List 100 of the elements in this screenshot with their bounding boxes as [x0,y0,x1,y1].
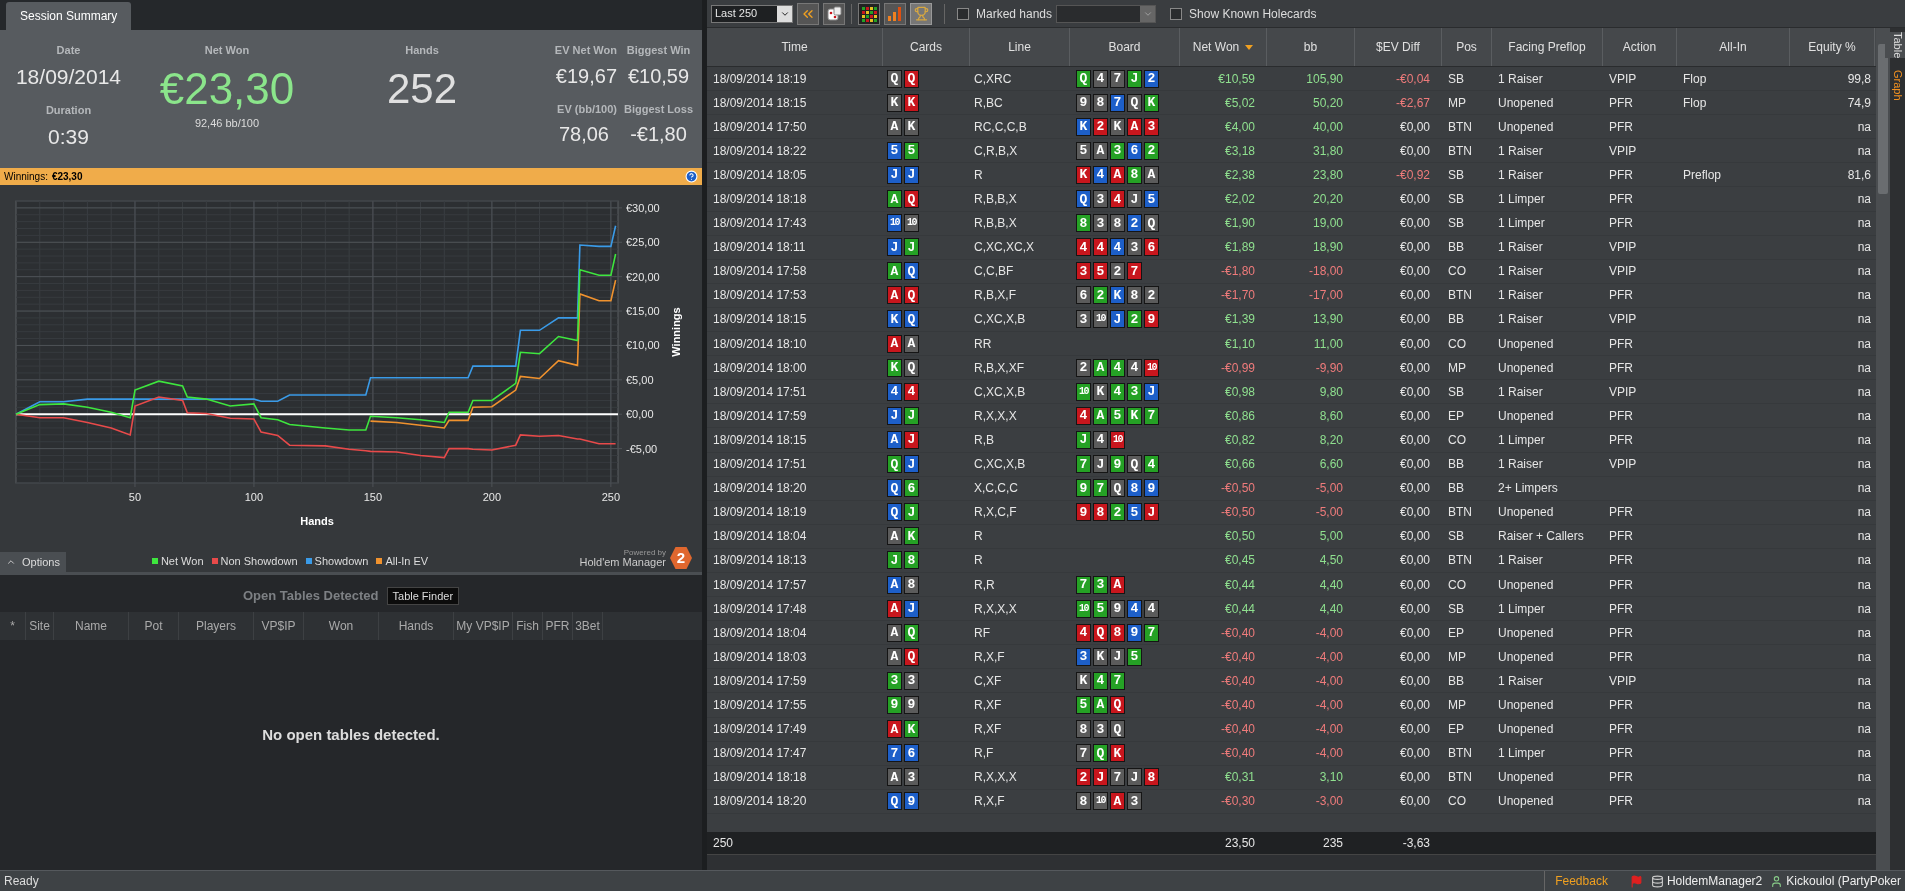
table-row[interactable]: 18/09/2014 17:51 Q J C,XC,X,B 7 J 9 Q 4 €0,66 6,60 €0,00 BB 1 Raiser VPIP na [707,452,1876,477]
table-row[interactable]: 18/09/2014 18:11 J J C,XC,XC,X 4 4 4 3 6 €1,89 18,90 €0,00 BB 1 Raiser VPIP na [707,235,1876,260]
table-cell-text: 18/09/2014 18:19 [712,504,808,522]
column-header[interactable]: $EV Diff [1355,28,1442,66]
table-row[interactable]: 18/09/2014 17:59 3 3 C,XF K 4 7 -€0,40 -4,00 €0,00 BB 1 Raiser VPIP na [707,669,1876,694]
table-cell-text: R [973,552,984,570]
column-header[interactable]: Players [179,612,254,640]
table-row[interactable]: 18/09/2014 18:03 A Q R,X,F 3 K J 5 -€0,40 -4,00 €0,00 MP Unopened PFR na [707,645,1876,670]
column-header[interactable]: * [0,612,26,640]
rewind-button[interactable] [797,2,819,25]
column-header[interactable]: Name [54,612,129,640]
column-header[interactable]: Line [970,28,1070,66]
table-row[interactable]: 18/09/2014 18:04 A Q RF 4 Q 8 9 7 -€0,40 -4,00 €0,00 EP Unopened PFR na [707,621,1876,646]
table-row[interactable]: 18/09/2014 17:59 J J R,X,X,X 4 A 5 K 7 €0,86 8,60 €0,00 EP Unopened PFR na [707,404,1876,429]
table-cell: Flop [1683,95,1707,110]
stat-value: 18/09/2014 [15,63,122,90]
column-header[interactable]: Won [304,612,379,640]
table-row[interactable]: 18/09/2014 17:55 9 9 R,XF 5 A Q -€0,40 -4,00 €0,00 MP Unopened PFR na [707,693,1876,718]
table-cell-text: C,XC,XC,X [973,239,1035,257]
table-cell: PFR [1609,119,1633,134]
playing-card: 10 [1093,792,1108,811]
column-header[interactable]: Net Won [1180,28,1267,66]
column-header[interactable]: Action [1603,28,1677,66]
table-cell-text: BTN [1447,142,1473,160]
column-header[interactable]: Cards [883,28,970,66]
checkbox[interactable] [957,7,969,20]
chart-button[interactable] [884,2,906,25]
dice-button[interactable] [823,2,845,25]
playing-card: A [1110,575,1125,594]
table-row[interactable]: 18/09/2014 18:18 A 3 R,X,X,X 2 J 7 J 8 €0,31 3,10 €0,00 BTN Unopened PFR na [707,765,1876,790]
playing-card: 2 [1110,503,1125,522]
column-header[interactable]: Hands [379,612,454,640]
help-icon[interactable] [685,170,698,183]
table-row[interactable]: 18/09/2014 17:53 A Q R,B,X,F 6 2 K 8 2 -€1,70 -17,00 €0,00 BTN 1 Raiser PFR na [707,283,1876,308]
column-header[interactable]: bb [1267,28,1355,66]
column-header[interactable]: Site [26,612,54,640]
table-row[interactable]: 18/09/2014 17:58 A Q C,C,BF 3 5 2 7 -€1,80 -18,00 €0,00 CO 1 Raiser VPIP na [707,259,1876,284]
column-header[interactable]: Fish [513,612,543,640]
table-cell-text: 18/09/2014 17:51 [712,456,808,474]
side-tab[interactable]: Graph [1885,70,1905,101]
table-row[interactable]: 18/09/2014 18:15 K K R,BC 9 8 7 Q K €5,02 50,20 -€2,67 MP Unopened PFR Flop 74,9 [707,91,1876,116]
table-cell-text: SB [1447,191,1465,208]
table-row[interactable]: 18/09/2014 17:51 4 4 C,XC,X,B 10 K 4 3 J €0,98 9,80 €0,00 SB 1 Raiser VPIP na [707,380,1876,405]
table-row[interactable]: 18/09/2014 18:13 J 8 R €0,45 4,50 €0,00 BTN 1 Raiser PFR na [707,548,1876,573]
table-cell-text: BB [1447,480,1465,498]
options-button[interactable]: Options [0,552,66,572]
table-cell-text: €0,00 [1399,239,1430,257]
table-row[interactable]: 18/09/2014 17:57 A 8 R,R 7 3 A €0,44 4,40 €0,00 CO Unopened PFR na [707,572,1876,598]
table-row[interactable]: 18/09/2014 18:19 Q Q C,XRC Q 4 7 J 2 €10,59 105,90 -€0,04 SB 1 Raiser VPIP Flop 99,8 [707,67,1876,92]
column-header[interactable]: PFR [543,612,573,640]
column-header[interactable]: Pos [1442,28,1492,66]
table-cell-text: €0,00 [1399,359,1430,377]
column-header[interactable]: Board [1070,28,1180,66]
table-row[interactable]: 18/09/2014 17:47 7 6 R,F 7 Q K -€0,40 -4,00 €0,00 BTN 1 Limper PFR na [707,741,1876,766]
playing-card: A [887,430,902,449]
table-row[interactable]: 18/09/2014 17:43 10 10 R,B,B,X 8 3 8 2 Q €1,90 19,00 €0,00 SB 1 Limper PFR na [707,211,1876,236]
table-row[interactable]: 18/09/2014 18:15 A J R,B J 4 10 €0,82 8,20 €0,00 CO 1 Limper PFR na [707,428,1876,453]
tab[interactable]: Session Summary [6,2,132,30]
app-name[interactable]: HoldemManager2 [1666,872,1763,890]
table-row[interactable]: 18/09/2014 18:20 Q 6 X,C,C,C 9 7 Q 8 9 -€0,50 -5,00 €0,00 BB 2+ Limpers na [707,476,1876,501]
user-name[interactable]: Kickoulol (PartyPoker [1786,872,1901,890]
column-header[interactable]: Facing Preflop [1492,28,1603,66]
table-row[interactable]: 18/09/2014 18:00 K Q R,B,X,XF 2 A 4 4 10 -€0,99 -9,90 €0,00 MP Unopened PFR na [707,356,1876,381]
table-cell-text: -€0,40 [1220,624,1255,642]
table-cell-text: €0,44 [1224,600,1255,618]
playing-card: 6 [904,744,919,763]
column-header[interactable]: All-In [1677,28,1790,66]
column-header[interactable]: 3Bet [573,612,603,640]
column-header[interactable]: VP$IP [254,612,304,640]
table-row[interactable]: 18/09/2014 17:48 A J R,X,X,X 10 5 9 4 4 €0,44 4,40 €0,00 SB 1 Limper PFR na [707,597,1876,622]
table-row[interactable]: 18/09/2014 18:05 J J R K 4 A 8 A €2,38 23,80 -€0,92 SB 1 Raiser PFR Preflop 81,6 [707,163,1876,188]
range-select[interactable]: Last 250 [711,4,793,23]
checkbox[interactable] [1170,7,1183,20]
column-header[interactable]: Equity % [1790,28,1875,66]
table-row[interactable]: 18/09/2014 18:22 5 5 C,R,B,X 5 A 3 6 2 €3,18 31,80 €0,00 BTN 1 Raiser VPIP na [707,139,1876,164]
table-row[interactable]: 18/09/2014 18:15 K Q C,XC,X,B 3 10 J 2 9 €1,39 13,90 €0,00 BB 1 Raiser VPIP na [707,307,1876,333]
horizontal-scrollbar[interactable] [707,854,1876,870]
table-row[interactable]: 18/09/2014 18:10 A A RR €1,10 11,00 €0,00 CO Unopened PFR na [707,332,1876,357]
table-cell-text: 18/09/2014 17:59 [712,672,808,690]
feedback-link[interactable]: Feedback [1555,872,1608,890]
table-row[interactable]: 18/09/2014 17:50 A K RC,C,C,B K 2 K A 3 €4,00 40,00 €0,00 BTN Unopened PFR na [707,115,1876,140]
table-row[interactable]: 18/09/2014 18:18 A Q R,B,B,X Q 3 4 J 5 €2,02 20,20 €0,00 SB 1 Limper PFR na [707,187,1876,212]
flag-icon[interactable] [1629,874,1643,888]
column-header[interactable]: Pot [129,612,179,640]
side-tab[interactable]: Table [1885,32,1905,59]
table-row[interactable]: 18/09/2014 17:49 A K R,XF 8 3 Q -€0,40 -4,00 €0,00 EP Unopened PFR na [707,717,1876,742]
table-finder-button[interactable]: Table Finder [386,587,460,605]
trophy-button[interactable] [910,2,932,25]
column-header[interactable]: Time [707,28,883,66]
table-row[interactable]: 18/09/2014 18:04 A K R €0,50 5,00 €0,00 SB Raiser + Callers PFR na [707,524,1876,549]
marked-hands-select[interactable] [1056,4,1157,23]
table-row[interactable]: 18/09/2014 18:20 Q 9 R,X,F 8 10 A 3 -€0,30 -3,00 €0,00 CO Unopened PFR na [707,789,1876,814]
table-cell-text: Unopened [1497,697,1555,714]
column-header[interactable]: My VP$IP [454,612,513,640]
table-cell-text: 81,6 [1847,166,1871,184]
vertical-scrollbar[interactable] [1876,28,1890,870]
playing-card: 5 [1076,141,1091,160]
table-cell: Preflop [1683,167,1722,182]
grid-button[interactable] [858,2,880,25]
table-row[interactable]: 18/09/2014 18:19 Q J R,X,C,F 9 8 2 5 J -€0,50 -5,00 €0,00 BTN Unopened PFR na [707,500,1876,525]
